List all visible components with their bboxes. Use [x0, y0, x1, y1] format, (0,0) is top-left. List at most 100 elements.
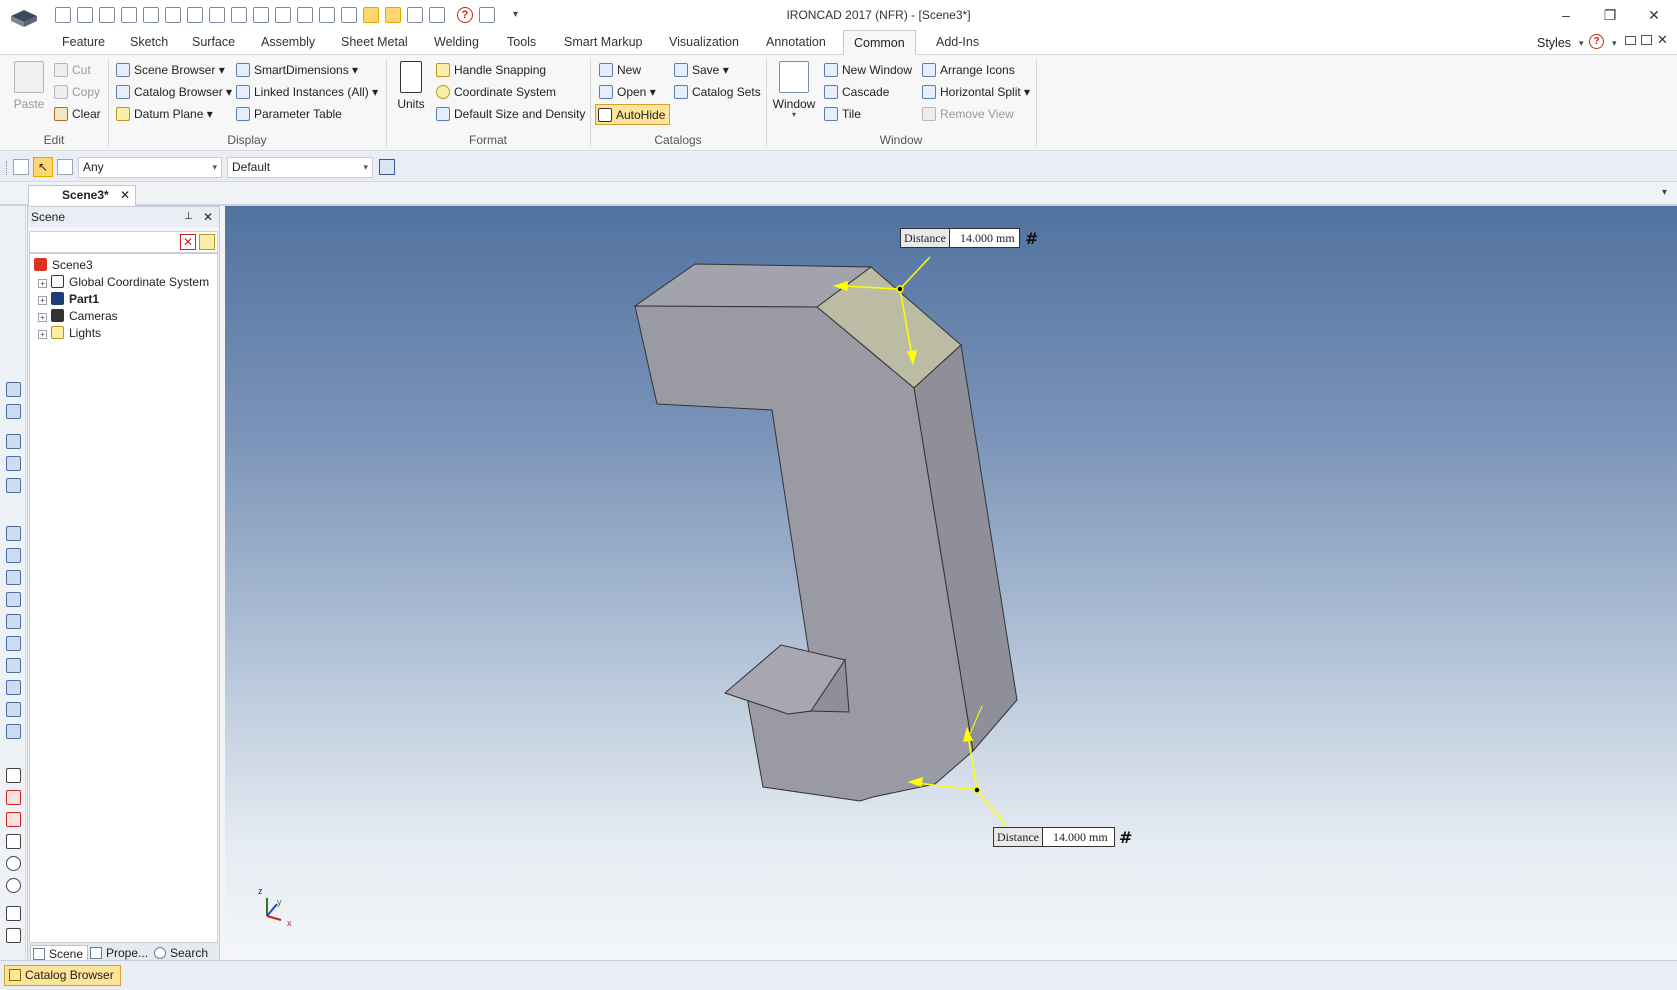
horizontal-split-button[interactable]: Horizontal Split ▾: [920, 82, 1030, 102]
catalog-browser-autohide-tab[interactable]: Catalog Browser: [4, 965, 121, 986]
view-tool-icon[interactable]: [6, 456, 21, 471]
filter-options-icon[interactable]: [199, 234, 215, 250]
tile-button[interactable]: Tile: [822, 104, 861, 124]
copy-button[interactable]: Copy: [52, 82, 100, 102]
tab-feature[interactable]: Feature: [52, 30, 115, 55]
paste-button[interactable]: Paste: [8, 61, 50, 111]
dimension-value[interactable]: 14.000 mm: [957, 229, 1015, 247]
ribbon-close-icon[interactable]: ✕: [1657, 32, 1668, 48]
minimize-button[interactable]: –: [1548, 4, 1584, 26]
default-size-density-button[interactable]: Default Size and Density: [434, 104, 585, 124]
tab-visualization[interactable]: Visualization: [659, 30, 749, 55]
datum-plane-button[interactable]: Datum Plane ▾: [114, 104, 213, 124]
pointer-select-icon[interactable]: ↖: [33, 157, 53, 177]
tab-assembly[interactable]: Assembly: [251, 30, 325, 55]
catalog-browser-button[interactable]: Catalog Browser ▾: [114, 82, 232, 102]
help-icon[interactable]: ?: [1589, 34, 1604, 49]
ribbon-restore-icon[interactable]: [1641, 35, 1652, 45]
render-mode-icon[interactable]: [6, 636, 21, 651]
clear-filter-icon[interactable]: ✕: [180, 234, 196, 250]
no-entry-icon[interactable]: [6, 878, 21, 893]
render-mode-icon[interactable]: [6, 680, 21, 695]
tab-annotation[interactable]: Annotation: [756, 30, 836, 55]
render-mode-icon[interactable]: [6, 570, 21, 585]
3d-viewport[interactable]: Distance 14.000 mm # Distance 14.000 mm …: [225, 206, 1677, 960]
render-mode-icon[interactable]: [6, 702, 21, 717]
close-button[interactable]: ✕: [1636, 4, 1672, 26]
render-mode-icon[interactable]: [6, 548, 21, 563]
catalog-open-button[interactable]: Open ▾: [597, 82, 656, 102]
view-tool-icon[interactable]: [6, 434, 21, 449]
help-dropdown-icon[interactable]: ▾: [1612, 38, 1617, 49]
catalog-new-button[interactable]: New: [597, 60, 641, 80]
pin-icon[interactable]: ⊥: [184, 207, 193, 227]
clear-button[interactable]: Clear: [52, 104, 101, 124]
render-mode-icon[interactable]: [6, 658, 21, 673]
restore-button[interactable]: ❐: [1592, 4, 1628, 26]
dimension-value[interactable]: 14.000 mm: [1050, 828, 1108, 846]
selection-filter-dropdown[interactable]: Any ▾: [78, 157, 222, 178]
measure-icon[interactable]: [6, 768, 21, 783]
styles-menu[interactable]: Styles: [1537, 36, 1571, 50]
expand-icon[interactable]: +: [38, 330, 47, 339]
tree-node-lights[interactable]: + Lights: [38, 324, 101, 342]
camera-icon[interactable]: [6, 812, 21, 827]
tab-sheet-metal[interactable]: Sheet Metal: [331, 30, 418, 55]
tree-node-cameras[interactable]: + Cameras: [38, 307, 118, 325]
new-window-button[interactable]: New Window: [822, 60, 912, 80]
styles-dropdown-icon[interactable]: ▾: [1579, 38, 1584, 49]
document-tab-scene3[interactable]: Scene3* ✕: [28, 185, 136, 206]
dimension-lock-icon[interactable]: #: [1119, 828, 1132, 847]
render-mode-icon[interactable]: [6, 526, 21, 541]
tab-list-dropdown-icon[interactable]: ▾: [1662, 187, 1667, 198]
ribbon-minimize-icon[interactable]: [1625, 36, 1636, 45]
tab-sketch[interactable]: Sketch: [120, 30, 178, 55]
units-button[interactable]: Units: [394, 61, 428, 111]
tree-node-part1[interactable]: + Part1: [38, 290, 99, 308]
expand-icon[interactable]: +: [38, 279, 47, 288]
linked-instances-button[interactable]: Linked Instances (All) ▾: [234, 82, 378, 102]
dimension-lock-icon[interactable]: #: [1025, 229, 1038, 248]
scene-browser-button[interactable]: Scene Browser ▾: [114, 60, 225, 80]
expand-icon[interactable]: +: [38, 296, 47, 305]
tree-node-global-coordinate-system[interactable]: + Global Coordinate System: [38, 273, 209, 291]
tree-node-scene3[interactable]: Scene3: [34, 256, 93, 274]
pan-icon[interactable]: [6, 906, 21, 921]
tab-tools[interactable]: Tools: [497, 30, 546, 55]
cascade-button[interactable]: Cascade: [822, 82, 889, 102]
angle-icon[interactable]: [6, 834, 21, 849]
view-tool-icon[interactable]: [6, 478, 21, 493]
autohide-button[interactable]: AutoHide: [595, 104, 671, 125]
part-model[interactable]: [225, 206, 1677, 960]
tab-welding[interactable]: Welding: [424, 30, 489, 55]
select-parts-icon[interactable]: [13, 159, 29, 175]
tab-surface[interactable]: Surface: [182, 30, 245, 55]
hierarchy-icon[interactable]: [379, 159, 395, 175]
ruler-icon[interactable]: [6, 928, 21, 943]
orbit-icon[interactable]: [6, 856, 21, 871]
section-icon[interactable]: [6, 790, 21, 805]
tab-smart-markup[interactable]: Smart Markup: [554, 30, 653, 55]
coordinate-system-button[interactable]: Coordinate System: [434, 82, 556, 102]
arrange-icons-button[interactable]: Arrange Icons: [920, 60, 1015, 80]
remove-view-button[interactable]: Remove View: [920, 104, 1014, 124]
expand-icon[interactable]: +: [38, 313, 47, 322]
window-button[interactable]: Window ▾: [772, 61, 816, 119]
smart-dimensions-button[interactable]: SmartDimensions ▾: [234, 60, 358, 80]
render-mode-icon[interactable]: [6, 724, 21, 739]
box-select-icon[interactable]: [57, 159, 73, 175]
render-mode-icon[interactable]: [6, 592, 21, 607]
view-tool-icon[interactable]: [6, 404, 21, 419]
handle-snapping-button[interactable]: Handle Snapping: [434, 60, 546, 80]
view-tool-icon[interactable]: [6, 382, 21, 397]
cut-button[interactable]: Cut: [52, 60, 91, 80]
catalog-sets-button[interactable]: Catalog Sets: [672, 82, 761, 102]
dimension-input-bottom[interactable]: Distance 14.000 mm: [993, 827, 1115, 847]
tab-common[interactable]: Common: [843, 30, 916, 55]
render-mode-icon[interactable]: [6, 614, 21, 629]
close-panel-icon[interactable]: ✕: [203, 207, 213, 227]
tab-add-ins[interactable]: Add-Ins: [926, 30, 989, 55]
parameter-table-button[interactable]: Parameter Table: [234, 104, 342, 124]
style-dropdown[interactable]: Default ▾: [227, 157, 373, 178]
close-tab-icon[interactable]: ✕: [120, 186, 130, 205]
